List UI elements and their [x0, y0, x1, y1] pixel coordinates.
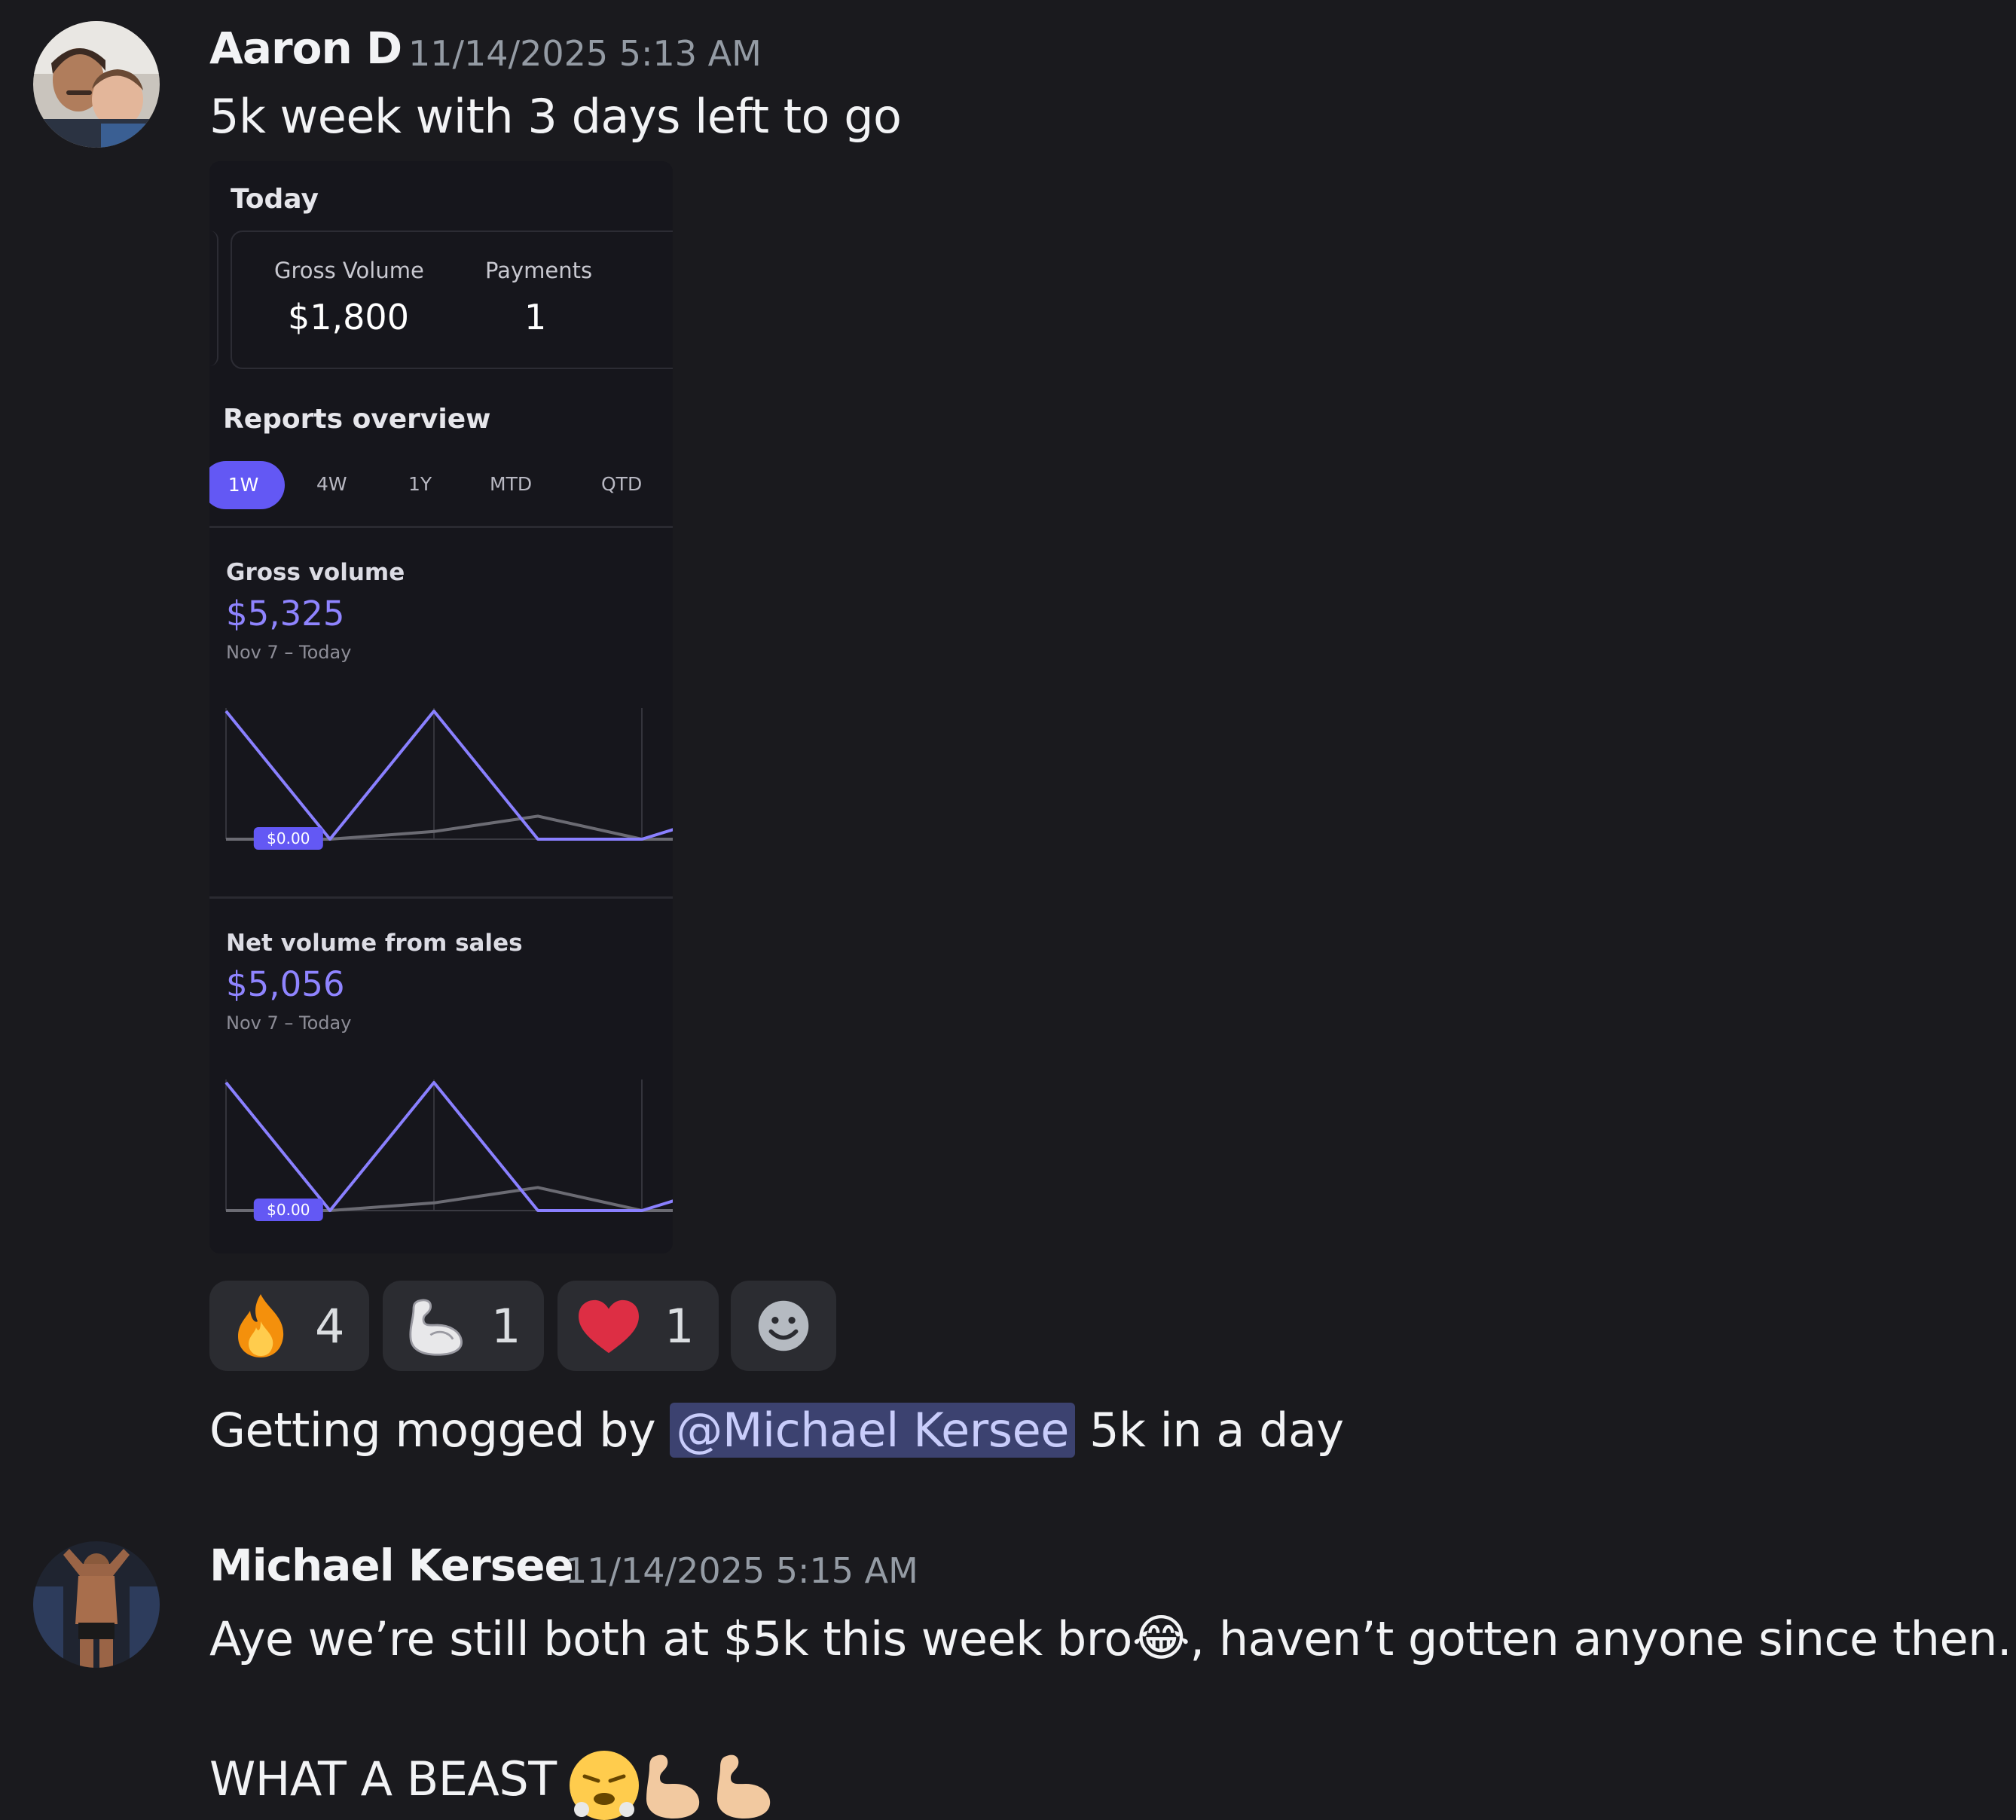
- message-text: 5k week with 3 days left to go: [209, 89, 901, 144]
- reports-overview-title: Reports overview: [223, 404, 490, 435]
- tab-qtd[interactable]: QTD: [601, 473, 642, 495]
- user-mention[interactable]: @Michael Kersee: [670, 1403, 1074, 1458]
- chart-tooltip-label: $0.00: [267, 829, 310, 847]
- gross-volume-value: $1,800: [288, 297, 409, 337]
- image-attachment[interactable]: Today Gross Volume $1,800 Payments 1 Rep…: [209, 161, 673, 1254]
- reaction-fire[interactable]: 4: [209, 1281, 369, 1371]
- gross-volume-chart-label: Gross volume: [226, 559, 405, 586]
- gross-volume-total: $5,325: [226, 594, 344, 634]
- reaction-count: 4: [315, 1299, 344, 1354]
- red-heart-emoji-icon: [576, 1297, 642, 1356]
- message-author[interactable]: Aaron D: [209, 23, 402, 74]
- gross-volume-label: Gross Volume: [274, 258, 424, 283]
- flexed-biceps-emoji-icon: [402, 1294, 466, 1357]
- chart-tooltip-label: $0.00: [267, 1201, 310, 1219]
- avatar-aaron[interactable]: [33, 21, 160, 148]
- message-text: Getting mogged by @Michael Kersee 5k in …: [209, 1403, 1344, 1458]
- reaction-biceps[interactable]: 1: [383, 1281, 544, 1371]
- add-reaction-button[interactable]: [731, 1281, 836, 1371]
- tabs-divider: [209, 526, 673, 528]
- tab-4w[interactable]: 4W: [316, 473, 347, 495]
- message-text-part: WHAT A BEAST: [209, 1751, 557, 1806]
- reaction-heart[interactable]: 1: [557, 1281, 719, 1371]
- previous-card-edge: [209, 231, 218, 366]
- add-reaction-icon: [756, 1298, 811, 1354]
- beast-emojis: [568, 1745, 794, 1820]
- current-period-line: [226, 1083, 673, 1211]
- net-volume-range: Nov 7 – Today: [226, 1012, 351, 1034]
- face-with-steam-emoji-icon: [570, 1751, 639, 1820]
- message-text: Aye we’re still both at $5k this week br…: [209, 1609, 2011, 1667]
- message-text: WHAT A BEAST: [209, 1745, 794, 1820]
- followup-text-after: 5k in a day: [1075, 1403, 1344, 1458]
- tab-1y[interactable]: 1Y: [408, 473, 432, 495]
- followup-text-before: Getting mogged by: [209, 1403, 670, 1458]
- reaction-count: 1: [664, 1299, 694, 1354]
- flexed-biceps-emoji-icon: [646, 1755, 699, 1818]
- message-timestamp: 11/14/2025 5:15 AM: [565, 1550, 918, 1591]
- message-text-part: , haven’t gotten anyone since then.: [1190, 1611, 2011, 1666]
- net-volume-chart-label: Net volume from sales: [226, 930, 523, 957]
- gross-volume-chart[interactable]: $0.00: [209, 689, 673, 869]
- today-title: Today: [231, 184, 319, 215]
- message-author[interactable]: Michael Kersee: [209, 1540, 573, 1591]
- current-period-line: [226, 711, 673, 839]
- face-with-tears-of-joy-emoji: 😂: [1132, 1609, 1190, 1667]
- message-text-part: Aye we’re still both at $5k this week br…: [209, 1611, 1132, 1666]
- reaction-count: 1: [491, 1299, 521, 1354]
- tab-1w[interactable]: 1W: [209, 461, 285, 509]
- fire-emoji-icon: [231, 1291, 291, 1359]
- net-volume-chart[interactable]: $0.00: [209, 1060, 673, 1241]
- payments-value: 1: [524, 297, 546, 337]
- tab-mtd[interactable]: MTD: [490, 473, 532, 495]
- charts-divider: [209, 896, 673, 899]
- flexed-biceps-emoji-icon: [717, 1755, 770, 1818]
- payments-label: Payments: [485, 258, 592, 283]
- net-volume-total: $5,056: [226, 964, 344, 1004]
- gross-volume-range: Nov 7 – Today: [226, 642, 351, 663]
- message-timestamp: 11/14/2025 5:13 AM: [408, 33, 762, 74]
- avatar-michael[interactable]: [33, 1541, 160, 1668]
